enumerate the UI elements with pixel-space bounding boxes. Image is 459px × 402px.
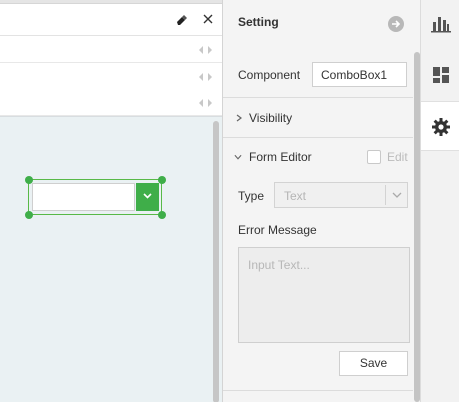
edit-label: Edit <box>387 150 408 164</box>
close-icon[interactable] <box>201 12 215 26</box>
combobox-field[interactable] <box>32 183 135 211</box>
combobox-dropdown-button[interactable] <box>136 183 159 211</box>
save-button[interactable]: Save <box>339 351 408 376</box>
expand-arrows-icon[interactable] <box>197 71 215 81</box>
chevron-right-icon <box>236 114 242 122</box>
error-message-textarea[interactable]: Input Text... <box>238 247 410 343</box>
rail-button-charts[interactable] <box>421 0 459 50</box>
side-icon-rail <box>420 0 459 402</box>
chevron-down-icon[interactable] <box>234 153 242 161</box>
property-line[interactable] <box>0 89 222 116</box>
select-divider <box>385 185 386 205</box>
bar-chart-icon <box>431 17 451 33</box>
combobox-widget[interactable] <box>28 179 162 215</box>
rail-button-settings[interactable] <box>421 101 459 151</box>
property-line[interactable] <box>0 36 222 63</box>
rail-button-widgets[interactable] <box>421 50 459 100</box>
component-row: Component ComboBox1 <box>223 50 413 98</box>
section-divider <box>223 390 413 391</box>
canvas-scrollbar[interactable] <box>213 121 219 402</box>
resize-handle[interactable] <box>25 211 33 219</box>
designer-toolbar <box>0 4 222 36</box>
form-editor-label[interactable]: Form Editor <box>249 150 312 164</box>
component-name-input[interactable]: ComboBox1 <box>312 62 407 87</box>
visibility-section[interactable]: Visibility <box>223 99 413 138</box>
widgets-grid-icon <box>433 67 449 83</box>
error-message-placeholder: Input Text... <box>248 258 310 272</box>
resize-handle[interactable] <box>25 176 33 184</box>
arrow-right-circle-icon[interactable] <box>388 16 404 32</box>
type-label: Type <box>238 189 265 203</box>
property-line[interactable] <box>0 63 222 90</box>
error-message-label: Error Message <box>238 223 317 237</box>
resize-handle[interactable] <box>158 176 166 184</box>
chevron-down-icon <box>143 193 152 199</box>
gear-icon <box>432 118 450 136</box>
expand-arrows-icon[interactable] <box>197 44 215 54</box>
visibility-label: Visibility <box>249 111 293 125</box>
resize-handle[interactable] <box>158 211 166 219</box>
component-label: Component <box>238 68 301 82</box>
chevron-down-icon <box>392 192 402 198</box>
panel-title: Setting <box>238 15 279 29</box>
type-select-value: Text <box>284 189 307 203</box>
designer-area <box>0 0 222 402</box>
type-select[interactable]: Text <box>274 182 408 208</box>
edit-checkbox[interactable] <box>367 150 381 164</box>
design-canvas[interactable] <box>0 116 222 402</box>
eraser-icon[interactable] <box>176 14 188 26</box>
expand-arrows-icon[interactable] <box>197 97 215 107</box>
panel-header: Setting <box>223 0 421 50</box>
setting-panel: Setting Component ComboBox1 Visibility F… <box>222 0 420 402</box>
